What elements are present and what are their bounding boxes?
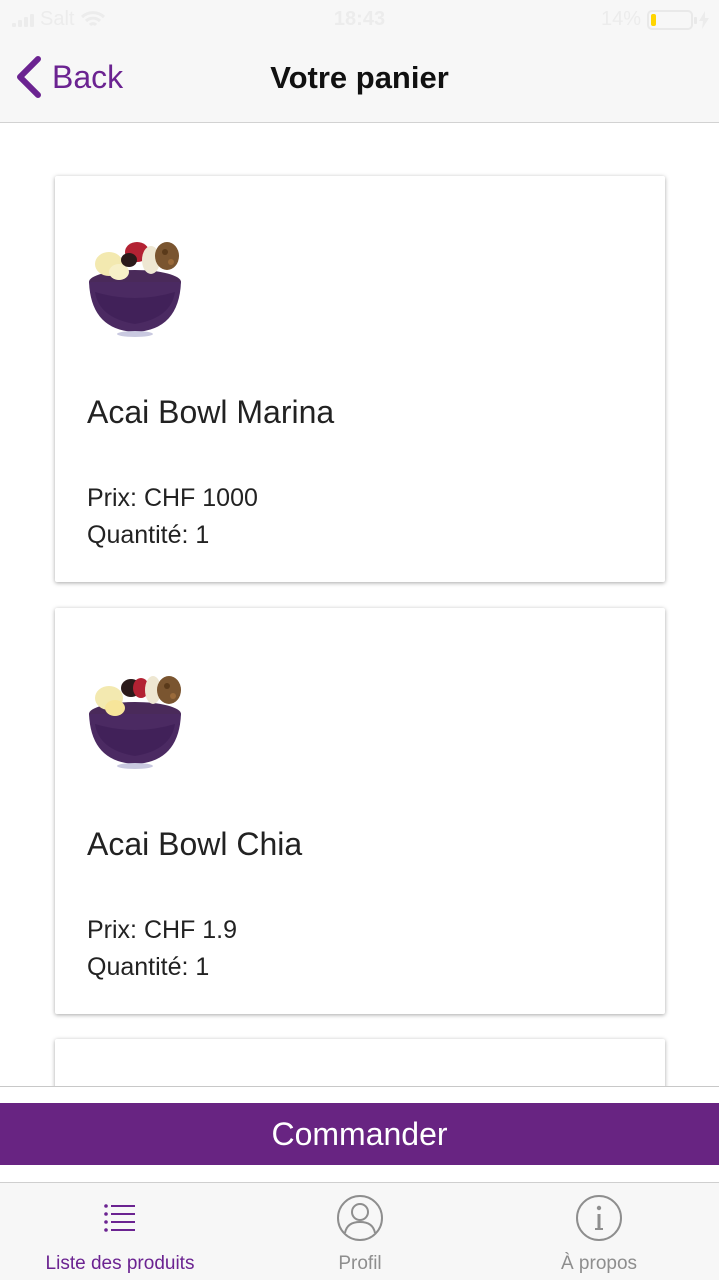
tab-profile[interactable]: Profil [240,1183,480,1280]
cart-item-card[interactable]: Acai Bowl Chia Prix: CHF 1.9 Quantité: 1 [55,608,665,1014]
item-name: Acai Bowl Marina [87,394,335,430]
list-icon [104,1204,135,1232]
tab-label: Profil [338,1253,382,1274]
charging-icon [699,10,709,29]
cart-item-card-partial[interactable] [55,1039,665,1086]
nav-bar: Back Votre panier [0,40,719,123]
item-name: Acai Bowl Chia [87,826,303,862]
status-bar: Salt 18:43 14% [0,0,719,40]
status-right: 14% [601,8,709,31]
battery-icon [647,9,697,30]
tab-product-list[interactable]: Liste des produits [0,1183,240,1280]
tab-label: À propos [560,1253,638,1274]
page-title: Votre panier [270,60,449,95]
divider [0,1086,719,1087]
item-price: Prix: CHF 1.9 [87,916,238,944]
item-price: Prix: CHF 1000 [87,484,258,512]
cart-list[interactable]: Acai Bowl Marina Prix: CHF 1000 Quantité… [0,124,719,1086]
acai-bowl-image [89,676,181,769]
tab-about[interactable]: À propos [479,1183,719,1280]
battery-fill [651,13,656,26]
acai-bowl-image [89,242,181,337]
item-quantity: Quantité: 1 [87,521,210,549]
battery-percent: 14% [600,8,641,30]
tab-bar: Liste des produits Profil À propos [0,1182,719,1280]
tab-label: Liste des produits [45,1253,195,1274]
profile-icon [337,1195,383,1241]
order-button[interactable]: Commander [0,1103,719,1165]
item-quantity: Quantité: 1 [87,953,210,981]
info-icon [576,1195,622,1241]
cart-item-card[interactable]: Acai Bowl Marina Prix: CHF 1000 Quantité… [55,176,665,582]
order-button-label: Commander [271,1115,448,1152]
